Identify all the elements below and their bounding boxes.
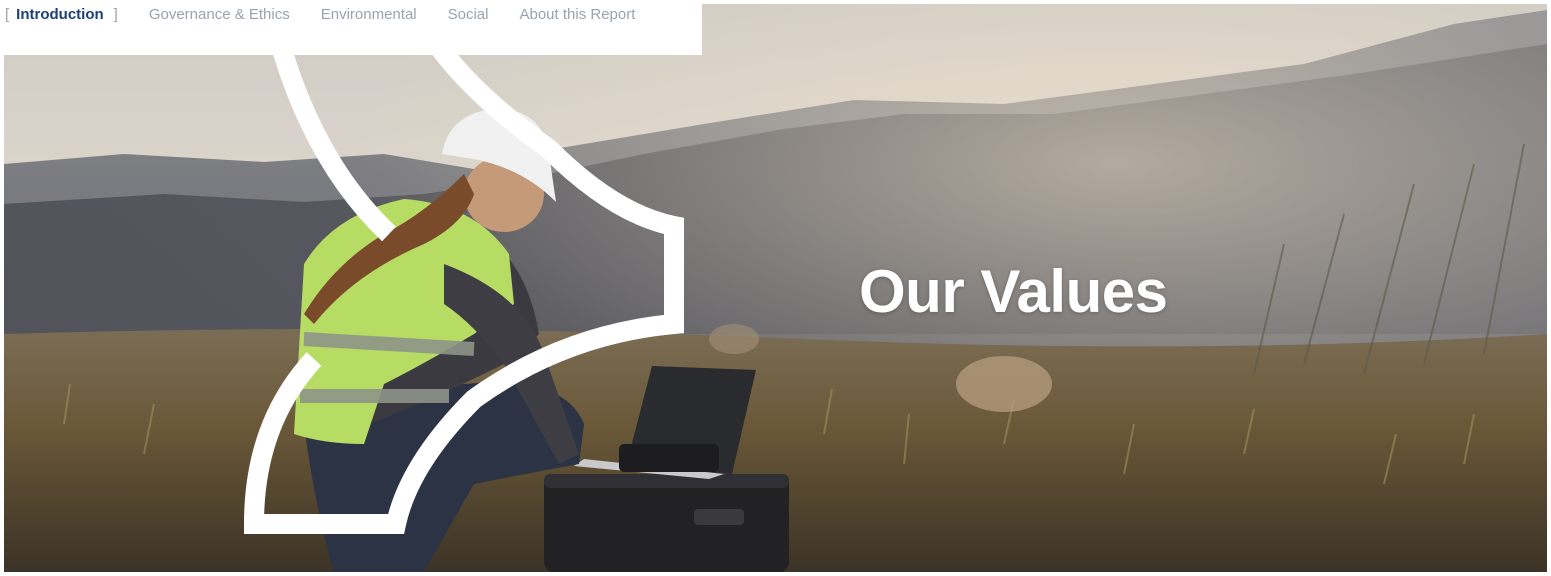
- nav-item-label: About this Report: [519, 6, 636, 23]
- hero-title: Our Values: [859, 258, 1168, 325]
- nav-item-environmental[interactable]: Environmental: [321, 6, 417, 23]
- top-navigation: [ Introduction ] Governance & Ethics Env…: [0, 0, 702, 55]
- hero-photo: [4, 4, 1547, 572]
- nav-item-label: Governance & Ethics: [148, 6, 290, 23]
- nav-item-governance-ethics[interactable]: Governance & Ethics: [149, 6, 290, 23]
- nav-item-label: Environmental: [320, 6, 417, 23]
- nav-item-introduction[interactable]: [ Introduction ]: [5, 6, 118, 23]
- nav-item-label: Introduction: [16, 6, 104, 23]
- nav-item-about-this-report[interactable]: About this Report: [519, 6, 635, 23]
- active-bracket-close: ]: [113, 6, 118, 23]
- page: Our Values [ Introduction ] Governance &…: [0, 0, 1551, 576]
- active-bracket-open: [: [5, 6, 10, 23]
- hero-banner: Our Values: [4, 4, 1547, 572]
- nav-item-social[interactable]: Social: [448, 6, 489, 23]
- nav-item-label: Social: [447, 6, 489, 23]
